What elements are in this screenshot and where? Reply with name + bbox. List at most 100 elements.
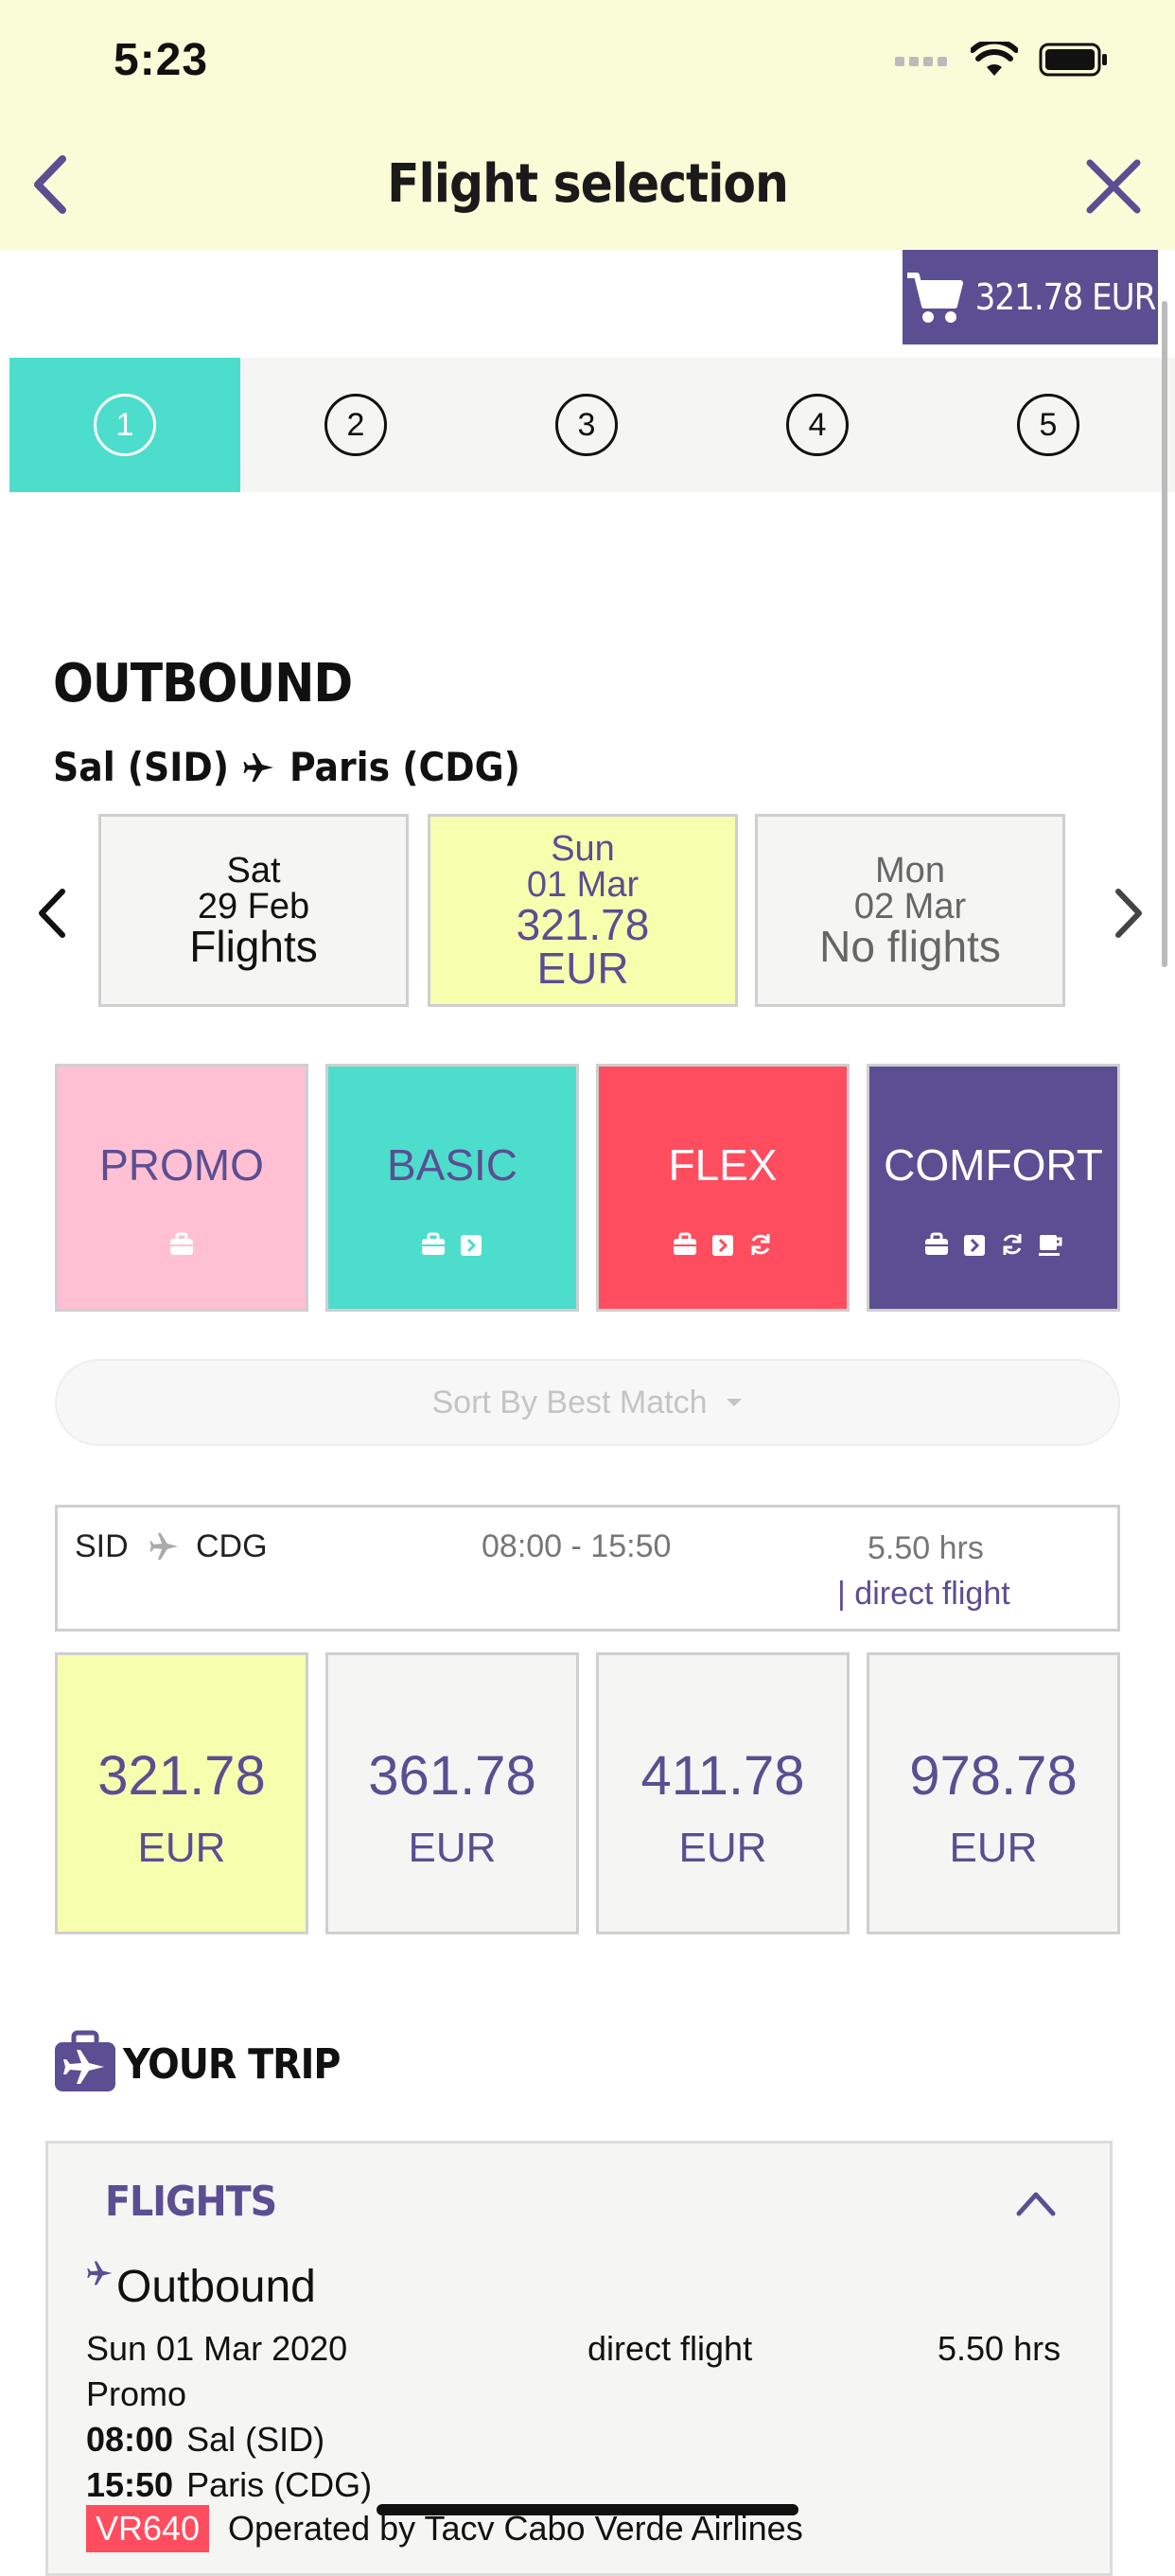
route: Sal (SID) Paris (CDG): [53, 744, 520, 790]
flight-option[interactable]: SID CDG 08:00 - 15:50 5.50 hrs | direct …: [55, 1505, 1120, 1632]
flight-number-badge: VR640: [86, 2505, 210, 2552]
date-info: No flights: [819, 922, 1001, 971]
signal-icon: [895, 57, 947, 66]
cart-icon: [906, 273, 963, 323]
arrival-time: 15:50: [86, 2465, 174, 2504]
date-info: Flights: [189, 922, 318, 971]
booking-steps: 1 2 3 4 5: [9, 358, 1175, 492]
plane-icon: [87, 2261, 113, 2285]
refresh-icon: [999, 1231, 1026, 1258]
date-date: 29 Feb: [197, 887, 310, 926]
date-option-sat[interactable]: Sat 29 Feb Flights: [98, 814, 409, 1007]
step-number: 4: [786, 394, 849, 456]
trip-arrival: 15:50 Paris (CDG): [86, 2465, 372, 2505]
fare-promo[interactable]: PROMO: [55, 1064, 308, 1312]
date-option-mon[interactable]: Mon 02 Mar No flights: [755, 814, 1065, 1007]
route-destination: Paris (CDG): [289, 744, 520, 790]
fare-name: FLEX: [668, 1140, 778, 1190]
refresh-icon: [747, 1231, 774, 1258]
chevron-up-icon[interactable]: [1015, 2189, 1057, 2217]
fare-name: COMFORT: [884, 1140, 1103, 1190]
caret-down-icon: [726, 1399, 742, 1406]
sort-label: Sort By Best Match: [431, 1384, 708, 1420]
outbound-heading: OUTBOUND: [53, 653, 353, 715]
date-day: Mon: [875, 851, 945, 891]
flight-duration: 5.50 hrs: [868, 1530, 984, 1566]
price-value: 361.78: [368, 1744, 536, 1807]
wifi-icon: [971, 42, 1018, 76]
briefcase-icon: [420, 1231, 447, 1258]
plane-icon: [149, 1532, 179, 1561]
arrival-place: Paris (CDG): [186, 2465, 373, 2504]
price-value: 411.78: [640, 1744, 805, 1807]
trip-departure: 08:00 Sal (SID): [86, 2420, 324, 2460]
close-icon[interactable]: [1084, 157, 1143, 216]
price-comfort[interactable]: 978.78 EUR: [867, 1652, 1120, 1934]
plane-icon: [243, 752, 273, 782]
route-origin: Sal (SID): [53, 744, 229, 790]
departure-time: 08:00: [86, 2420, 174, 2459]
briefcase-icon: [168, 1231, 195, 1258]
suitcase-plane-icon: [55, 2030, 115, 2091]
step-4[interactable]: 4: [702, 358, 933, 492]
trip-duration: 5.50 hrs: [938, 2329, 1061, 2368]
date-option-sun[interactable]: Sun 01 Mar 321.78 EUR: [428, 814, 738, 1007]
home-indicator[interactable]: [377, 2504, 798, 2515]
step-number: 1: [94, 394, 156, 456]
departure-place: Sal (SID): [186, 2420, 325, 2459]
luggage-icon: [458, 1231, 484, 1258]
status-icons: [895, 42, 1109, 78]
cart-total: 321.78 EUR: [974, 276, 1157, 318]
price-currency: EUR: [949, 1824, 1038, 1871]
date-day: Sat: [226, 851, 281, 891]
flight-type-link[interactable]: | direct flight: [837, 1576, 1010, 1613]
price-currency: EUR: [137, 1824, 226, 1871]
flights-heading: FLIGHTS: [105, 2178, 277, 2226]
date-date: 01 Mar: [526, 865, 640, 905]
flight-origin-code: SID: [75, 1528, 129, 1564]
sort-dropdown[interactable]: Sort By Best Match: [55, 1359, 1120, 1446]
price-value: 978.78: [909, 1744, 1078, 1807]
luggage-icon: [961, 1231, 988, 1258]
fare-basic[interactable]: BASIC: [325, 1064, 579, 1312]
step-1[interactable]: 1: [9, 358, 240, 492]
outbound-label: Outbound: [116, 2262, 316, 2312]
price-currency: EUR: [408, 1824, 497, 1871]
flight-destination-code: CDG: [196, 1528, 268, 1564]
battery-icon: [1039, 43, 1107, 77]
date-day: Sun: [551, 829, 615, 869]
price-value: 321.78: [97, 1744, 266, 1807]
meal-icon: [1037, 1231, 1063, 1258]
step-5[interactable]: 5: [933, 358, 1164, 492]
date-currency: EUR: [536, 944, 629, 993]
trip-date: Sun 01 Mar 2020: [86, 2329, 348, 2368]
price-currency: EUR: [678, 1824, 767, 1871]
date-price: 321.78: [516, 900, 650, 949]
cart-button[interactable]: 321.78 EUR: [903, 250, 1158, 344]
price-basic[interactable]: 361.78 EUR: [325, 1652, 579, 1934]
trip-flight-type: direct flight: [588, 2329, 753, 2368]
step-number: 5: [1017, 394, 1079, 456]
luggage-icon: [710, 1231, 736, 1258]
step-number: 2: [324, 394, 387, 456]
trip-fare: Promo: [86, 2374, 187, 2413]
briefcase-icon: [923, 1231, 950, 1258]
chevron-left-icon[interactable]: [28, 882, 78, 944]
briefcase-icon: [672, 1231, 698, 1258]
step-number: 3: [555, 394, 618, 456]
scrollbar[interactable]: [1162, 301, 1167, 967]
fare-comfort[interactable]: COMFORT: [867, 1064, 1120, 1312]
date-date: 02 Mar: [853, 887, 967, 926]
your-trip-heading: YOUR TRIP: [123, 2040, 341, 2089]
fare-name: BASIC: [386, 1140, 518, 1190]
chevron-right-icon[interactable]: [1103, 882, 1152, 944]
page-title: Flight selection: [387, 153, 789, 215]
status-time: 5:23: [114, 35, 209, 85]
flight-times: 08:00 - 15:50: [482, 1528, 672, 1564]
price-promo[interactable]: 321.78 EUR: [55, 1652, 308, 1934]
price-flex[interactable]: 411.78 EUR: [596, 1652, 850, 1934]
step-2[interactable]: 2: [240, 358, 471, 492]
step-3[interactable]: 3: [471, 358, 702, 492]
fare-name: PROMO: [99, 1140, 264, 1190]
fare-flex[interactable]: FLEX: [596, 1064, 850, 1312]
